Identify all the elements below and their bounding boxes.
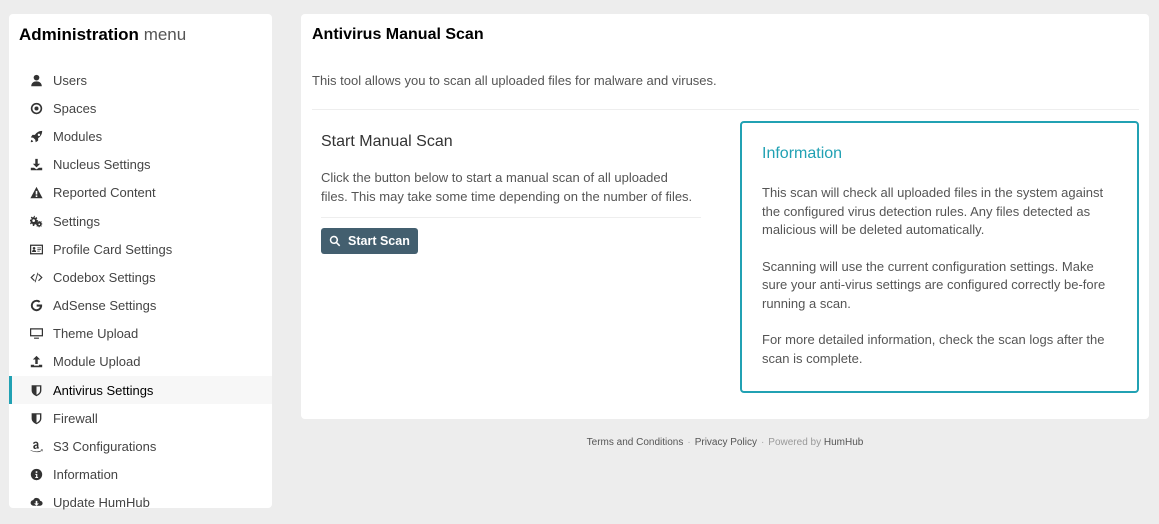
shield-icon xyxy=(27,410,45,426)
cloud-download-icon xyxy=(27,495,45,511)
amazon-icon xyxy=(27,439,45,455)
sidebar-item-nucleus-settings[interactable]: Nucleus Settings xyxy=(9,151,272,179)
info-paragraph: This scan will check all uploaded files … xyxy=(762,185,1104,237)
manual-scan-section: Start Manual Scan Click the button below… xyxy=(321,133,701,254)
shield-icon xyxy=(27,382,45,398)
sidebar-item-label: Reported Content xyxy=(53,185,156,201)
page-description: This tool allows you to scan all uploade… xyxy=(312,73,717,88)
sidebar-item-label: Theme Upload xyxy=(53,326,139,342)
sidebar-item-label: Modules xyxy=(53,128,103,144)
sidebar-item-label: Module Upload xyxy=(53,354,141,370)
dot-circle-icon xyxy=(27,100,45,116)
sidebar-title: Administration menu xyxy=(9,14,272,66)
info-title: Information xyxy=(762,145,843,162)
separator: · xyxy=(760,437,765,448)
scan-section-text: Click the button below to start a manual… xyxy=(321,170,693,204)
sidebar-item-label: Update HumHub xyxy=(53,495,150,511)
admin-menu: Users Spaces Modules Nucleus Settings Re… xyxy=(9,66,272,517)
id-card-icon xyxy=(27,241,45,257)
page-title: Antivirus Manual Scan xyxy=(312,26,484,43)
sidebar-item-adsense-settings[interactable]: AdSense Settings xyxy=(9,292,272,320)
sidebar-item-label: Antivirus Settings xyxy=(53,382,154,398)
google-icon xyxy=(27,298,45,314)
sidebar-item-label: S3 Configurations xyxy=(53,439,157,455)
sidebar-title-light: menu xyxy=(143,25,187,44)
sidebar-item-label: Codebox Settings xyxy=(53,269,156,285)
code-icon xyxy=(27,269,45,285)
rocket-icon xyxy=(27,128,45,144)
sidebar-item-profile-card-settings[interactable]: Profile Card Settings xyxy=(9,235,272,263)
info-paragraph: Scanning will use the current configurat… xyxy=(762,258,1106,311)
sidebar-item-label: Spaces xyxy=(53,100,97,116)
divider xyxy=(312,109,1139,110)
sidebar-item-information[interactable]: Information xyxy=(9,461,272,489)
gears-icon xyxy=(27,213,45,229)
sidebar-item-label: Firewall xyxy=(53,410,98,426)
privacy-link[interactable]: Privacy Policy xyxy=(695,437,757,448)
start-scan-button[interactable]: Start Scan xyxy=(321,228,418,254)
information-box: Information This scan will check all upl… xyxy=(740,121,1139,393)
user-icon xyxy=(27,72,45,88)
sidebar-item-users[interactable]: Users xyxy=(9,66,272,94)
sidebar-item-spaces[interactable]: Spaces xyxy=(9,94,272,122)
desktop-icon xyxy=(27,326,45,342)
separator: · xyxy=(687,437,691,448)
sidebar-item-label: Profile Card Settings xyxy=(53,241,173,257)
sidebar-item-update-humhub[interactable]: Update HumHub xyxy=(9,489,272,517)
scan-section-title: Start Manual Scan xyxy=(321,133,453,150)
download-icon xyxy=(27,157,45,173)
sidebar-item-label: Nucleus Settings xyxy=(53,157,151,173)
sidebar-item-module-upload[interactable]: Module Upload xyxy=(9,348,272,376)
sidebar-item-settings[interactable]: Settings xyxy=(9,207,272,235)
sidebar-item-label: Information xyxy=(53,467,119,483)
sidebar-item-label: AdSense Settings xyxy=(53,298,157,314)
sidebar-item-antivirus-settings[interactable]: Antivirus Settings xyxy=(9,376,272,405)
sidebar-item-label: Users xyxy=(53,72,87,88)
start-scan-button-label: Start Scan xyxy=(348,234,410,248)
sidebar-item-theme-upload[interactable]: Theme Upload xyxy=(9,320,272,348)
powered-by-label: Powered by xyxy=(768,437,822,448)
info-circle-icon xyxy=(27,467,45,483)
admin-sidebar: Administration menu Users Spaces Modules… xyxy=(9,14,272,510)
search-icon xyxy=(329,235,341,247)
sidebar-item-firewall[interactable]: Firewall xyxy=(9,404,272,432)
humhub-link[interactable]: HumHub xyxy=(824,437,863,448)
footer: Terms and Conditions · Privacy Policy · Powe… xyxy=(301,437,1149,448)
sidebar-item-modules[interactable]: Modules xyxy=(9,122,272,150)
sidebar-title-bold: Administration xyxy=(19,25,139,44)
warning-icon xyxy=(27,185,45,201)
info-paragraph: For more detailed information, check the… xyxy=(762,332,1105,366)
divider xyxy=(321,217,701,218)
terms-link[interactable]: Terms and Conditions xyxy=(587,437,684,448)
sidebar-item-reported-content[interactable]: Reported Content xyxy=(9,179,272,207)
upload-icon xyxy=(27,354,45,370)
sidebar-item-s3-configurations[interactable]: S3 Configurations xyxy=(9,432,272,460)
sidebar-item-label: Settings xyxy=(53,213,100,229)
main-panel: Antivirus Manual Scan This tool allows y… xyxy=(301,14,1149,419)
sidebar-item-codebox-settings[interactable]: Codebox Settings xyxy=(9,263,272,291)
